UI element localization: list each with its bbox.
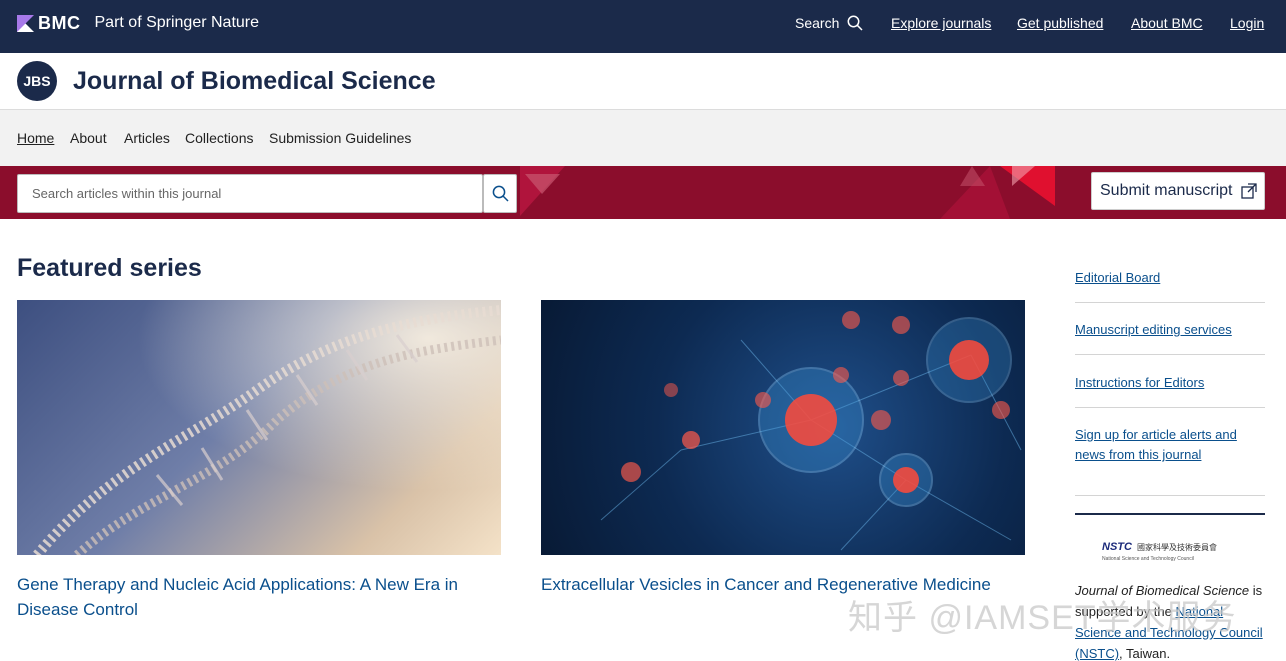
manuscript-editing-link[interactable]: Manuscript editing services: [1075, 320, 1265, 340]
nav-home[interactable]: Home: [17, 130, 54, 146]
search-icon: [492, 185, 509, 202]
journal-search-field[interactable]: [17, 174, 483, 213]
journal-header: JBS Journal of Biomedical Science: [0, 53, 1286, 110]
dna-helix-illustration: [17, 300, 501, 555]
journal-nav: Home About Articles Collections Submissi…: [0, 110, 1286, 166]
search-submit-button[interactable]: [483, 174, 517, 213]
article-alerts-link[interactable]: Sign up for article alerts and news from…: [1075, 425, 1265, 465]
nav-submission-guidelines[interactable]: Submission Guidelines: [269, 130, 411, 146]
nav-about[interactable]: About: [70, 130, 107, 146]
watermark: 知乎 @IAMSET学术服务: [848, 599, 1237, 637]
featured-series-heading: Featured series: [17, 254, 202, 282]
external-link-icon: [1240, 183, 1257, 199]
login-link[interactable]: Login: [1230, 15, 1264, 31]
nstc-mark: NSTC: [1102, 541, 1132, 553]
sidebar-divider: [1075, 513, 1265, 515]
editorial-board-link[interactable]: Editorial Board: [1075, 268, 1265, 288]
journal-search-input[interactable]: [18, 175, 482, 212]
submit-manuscript-label: Submit manuscript: [1100, 182, 1233, 199]
sidebar-divider: [1075, 495, 1265, 496]
sidebar-divider: [1075, 354, 1265, 355]
instructions-for-editors-link[interactable]: Instructions for Editors: [1075, 373, 1265, 393]
top-bar: BMC Part of Springer Nature Search Explo…: [0, 0, 1286, 53]
journal-title[interactable]: Journal of Biomedical Science: [73, 67, 436, 96]
about-bmc-link[interactable]: About BMC: [1131, 15, 1203, 31]
nav-articles[interactable]: Articles: [124, 130, 170, 146]
explore-journals-link[interactable]: Explore journals: [891, 15, 991, 31]
sidebar-divider: [1075, 407, 1265, 408]
nstc-logo[interactable]: NSTC 國家科學及技術委員會: [1102, 536, 1242, 558]
gene-therapy-series-link[interactable]: Gene Therapy and Nucleic Acid Applicatio…: [17, 572, 501, 622]
get-published-link[interactable]: Get published: [1017, 15, 1103, 31]
support-tail: , Taiwan.: [1119, 646, 1171, 661]
nstc-english-name: National Science and Technology Council: [1102, 556, 1194, 562]
gene-therapy-image[interactable]: [17, 300, 501, 555]
search-icon: [847, 15, 863, 31]
springer-tagline: Part of Springer Nature: [94, 14, 260, 31]
bmc-brand-text: BMC: [38, 12, 81, 33]
nstc-chinese-name: 國家科學及技術委員會: [1136, 542, 1217, 552]
bmc-logo[interactable]: BMC Part of Springer Nature: [17, 12, 260, 33]
vesicles-illustration: [600, 311, 1022, 551]
submit-manuscript-button[interactable]: Submit manuscript: [1091, 172, 1265, 210]
search-link[interactable]: Search: [795, 15, 863, 31]
bmc-mark-icon: [17, 14, 34, 32]
search-link-label: Search: [795, 15, 840, 31]
sidebar-divider: [1075, 302, 1265, 303]
nav-collections[interactable]: Collections: [185, 130, 253, 146]
jbs-logo[interactable]: JBS: [17, 61, 57, 101]
extracellular-vesicles-image[interactable]: [541, 300, 1025, 555]
search-band: Submit manuscript: [0, 166, 1286, 219]
